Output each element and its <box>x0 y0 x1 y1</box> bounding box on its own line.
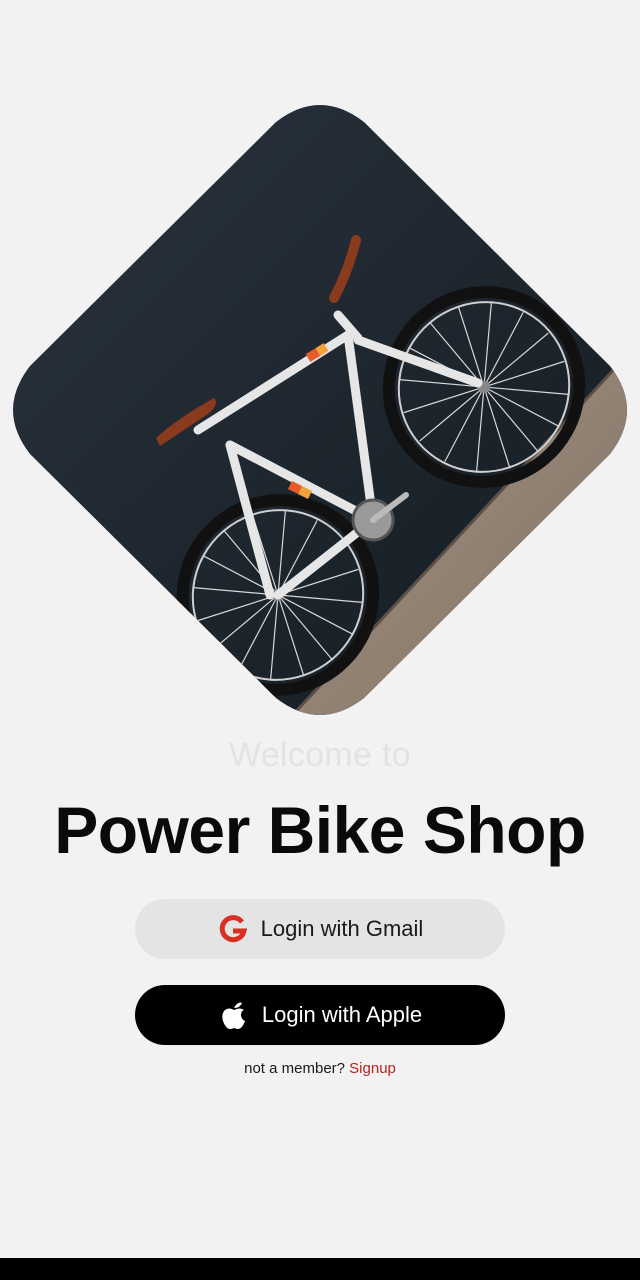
welcome-text: Welcome to <box>229 736 411 774</box>
login-gmail-label: Login with Gmail <box>260 916 424 941</box>
login-apple-label: Login with Apple <box>261 1002 423 1027</box>
apple-logo-icon <box>218 999 250 1031</box>
login-gmail-button[interactable]: Login with Gmail <box>135 899 505 959</box>
signup-link[interactable]: Signup <box>349 1060 396 1077</box>
signup-prompt-line: not a member? Signup <box>0 1060 640 1077</box>
login-apple-button[interactable]: Login with Apple <box>135 985 505 1045</box>
system-navigation-bar <box>0 1258 640 1280</box>
signup-prompt-text: not a member? <box>244 1060 345 1077</box>
app-title: Power Bike Shop <box>54 793 586 867</box>
google-g-icon <box>217 913 249 945</box>
hero-bike-image <box>8 100 632 720</box>
